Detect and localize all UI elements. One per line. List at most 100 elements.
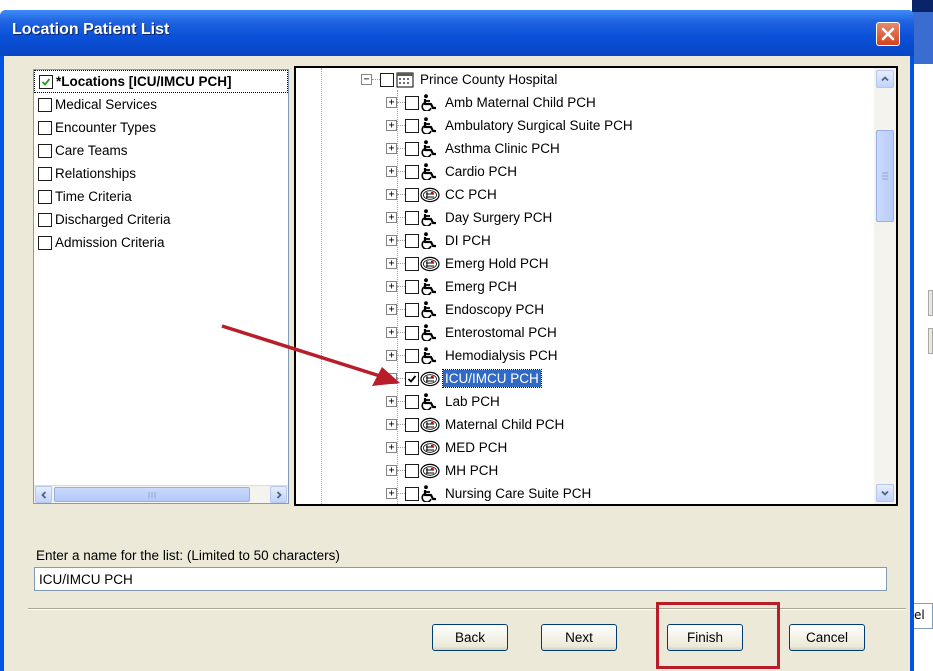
tree-item[interactable]: + MH PCH <box>386 459 500 482</box>
tree-item-checkbox[interactable] <box>405 141 419 156</box>
expand-icon[interactable]: + <box>386 465 397 476</box>
cancel-button[interactable]: Cancel <box>789 624 865 651</box>
tree-item-checkbox[interactable] <box>405 187 419 202</box>
criteria-item[interactable]: Medical Services <box>34 93 288 116</box>
tree-item[interactable]: + Enterostomal PCH <box>386 321 559 344</box>
expand-icon[interactable]: + <box>386 488 397 499</box>
tree-item[interactable]: + Emerg PCH <box>386 275 519 298</box>
tree-item[interactable]: + Lab PCH <box>386 390 502 413</box>
tree-item-checkbox[interactable] <box>405 256 419 271</box>
horizontal-scroll-thumb[interactable] <box>54 487 250 502</box>
tree-item[interactable]: + MED PCH <box>386 436 509 459</box>
criteria-item[interactable]: *Locations [ICU/IMCU PCH] <box>34 70 288 93</box>
tree-item-checkbox[interactable] <box>405 371 419 386</box>
criteria-checkbox[interactable] <box>38 212 52 227</box>
tree-item[interactable]: + Emerg Hold PCH <box>386 252 551 275</box>
scroll-right-button[interactable] <box>270 486 287 503</box>
tree-item-checkbox[interactable] <box>405 463 419 478</box>
tree-connector <box>397 493 405 494</box>
collapse-icon[interactable]: − <box>361 74 372 85</box>
grip-icon <box>148 491 156 498</box>
wheelchair-icon <box>420 232 440 249</box>
tree-root-prince-county-hospital[interactable]: − Prince County Hospital <box>361 68 559 91</box>
tree-item[interactable]: + Asthma Clinic PCH <box>386 137 562 160</box>
tree-item-checkbox[interactable] <box>405 118 419 133</box>
expand-icon[interactable]: + <box>386 258 397 269</box>
expand-icon[interactable]: + <box>386 373 397 384</box>
expand-icon[interactable]: + <box>386 281 397 292</box>
expand-icon[interactable]: + <box>386 166 397 177</box>
tree-item-checkbox[interactable] <box>405 302 419 317</box>
vertical-scroll-thumb[interactable] <box>876 130 894 222</box>
criteria-checkbox[interactable] <box>39 74 53 89</box>
expand-icon[interactable]: + <box>386 419 397 430</box>
tree-item-checkbox[interactable] <box>405 279 419 294</box>
criteria-checkbox[interactable] <box>38 120 52 135</box>
tree-item[interactable]: + Cardio PCH <box>386 160 519 183</box>
chevron-left-icon <box>40 490 46 499</box>
checkmark-icon <box>407 374 417 383</box>
tree-item[interactable]: + Ambulatory Surgical Suite PCH <box>386 114 635 137</box>
tree-connector <box>397 148 405 149</box>
tree-item[interactable]: + Nursing Care Suite PCH <box>386 482 593 504</box>
criteria-item[interactable]: Care Teams <box>34 139 288 162</box>
tree-item-checkbox[interactable] <box>405 325 419 340</box>
criteria-item[interactable]: Admission Criteria <box>34 231 288 254</box>
expand-icon[interactable]: + <box>386 143 397 154</box>
grip-icon <box>882 172 888 180</box>
tree-item-checkbox[interactable] <box>405 394 419 409</box>
separator <box>28 608 906 610</box>
tree-item[interactable]: + Day Surgery PCH <box>386 206 554 229</box>
criteria-checkbox[interactable] <box>38 143 52 158</box>
criteria-item[interactable]: Discharged Criteria <box>34 208 288 231</box>
expand-icon[interactable]: + <box>386 442 397 453</box>
next-button[interactable]: Next <box>541 624 617 651</box>
tree-item[interactable]: + Hemodialysis PCH <box>386 344 560 367</box>
scroll-up-button[interactable] <box>876 70 894 88</box>
tree-root-checkbox[interactable] <box>380 72 394 87</box>
back-button[interactable]: Back <box>432 624 508 651</box>
tree-item-checkbox[interactable] <box>405 417 419 432</box>
location-tree-panel: − Prince County Hospital + Amb Maternal … <box>294 66 898 506</box>
tree-item-checkbox[interactable] <box>405 210 419 225</box>
tree-item[interactable]: + ICU/IMCU PCH <box>386 367 542 390</box>
criteria-checkbox[interactable] <box>38 97 52 112</box>
expand-icon[interactable]: + <box>386 189 397 200</box>
tree-item[interactable]: + Amb Maternal Child PCH <box>386 91 598 114</box>
criteria-item[interactable]: Time Criteria <box>34 185 288 208</box>
criteria-checkbox[interactable] <box>38 166 52 181</box>
expand-icon[interactable]: + <box>386 304 397 315</box>
criteria-label: Admission Criteria <box>55 235 165 250</box>
tree-item-checkbox[interactable] <box>405 486 419 501</box>
tree-item[interactable]: + CC PCH <box>386 183 499 206</box>
tree-connector <box>372 79 380 80</box>
tree-item-checkbox[interactable] <box>405 440 419 455</box>
criteria-checkbox[interactable] <box>38 235 52 250</box>
expand-icon[interactable]: + <box>386 350 397 361</box>
scroll-down-button[interactable] <box>876 484 894 502</box>
tree-item[interactable]: + Maternal Child PCH <box>386 413 566 436</box>
expand-icon[interactable]: + <box>386 396 397 407</box>
tree-item[interactable]: + DI PCH <box>386 229 493 252</box>
expand-icon[interactable]: + <box>386 97 397 108</box>
expand-icon[interactable]: + <box>386 212 397 223</box>
expand-icon[interactable]: + <box>386 120 397 131</box>
tree-item[interactable]: + Endoscopy PCH <box>386 298 546 321</box>
close-button[interactable] <box>876 22 900 46</box>
wheelchair-icon <box>420 117 440 134</box>
scroll-left-button[interactable] <box>35 486 52 503</box>
expand-icon[interactable]: + <box>386 327 397 338</box>
tree-item-checkbox[interactable] <box>405 95 419 110</box>
tree-item-checkbox[interactable] <box>405 164 419 179</box>
criteria-item[interactable]: Encounter Types <box>34 116 288 139</box>
expand-icon[interactable]: + <box>386 235 397 246</box>
horizontal-scrollbar[interactable] <box>34 485 288 503</box>
criteria-item[interactable]: Relationships <box>34 162 288 185</box>
finish-button[interactable]: Finish <box>667 624 743 651</box>
criteria-checkbox[interactable] <box>38 189 52 204</box>
list-name-input[interactable] <box>34 567 887 591</box>
tree-item-checkbox[interactable] <box>405 348 419 363</box>
tree-item-checkbox[interactable] <box>405 233 419 248</box>
bed-icon <box>420 439 440 456</box>
vertical-scrollbar[interactable] <box>874 68 896 504</box>
